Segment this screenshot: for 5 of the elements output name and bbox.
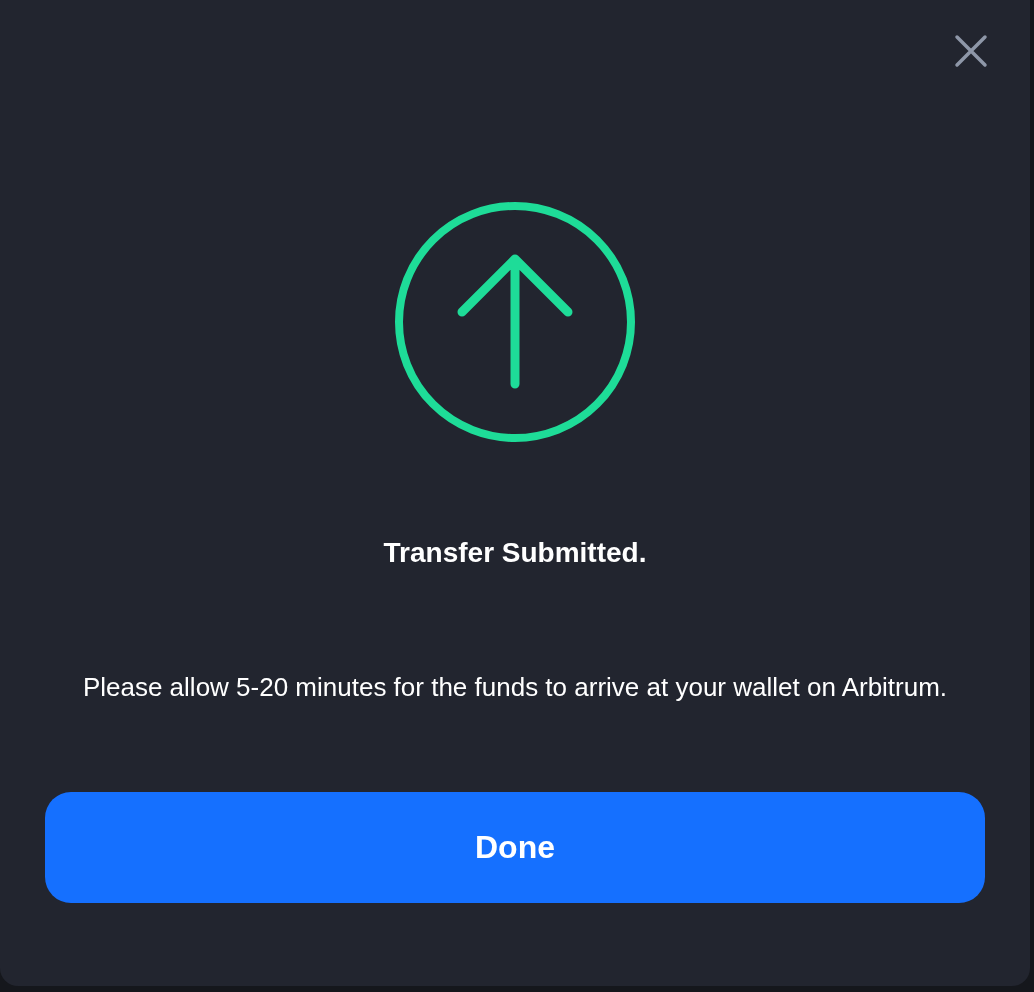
- done-button[interactable]: Done: [45, 792, 985, 903]
- dialog-message: Please allow 5-20 minutes for the funds to arrive at your wallet on Arbitrum.: [81, 671, 949, 704]
- arrow-up-circle-icon: [393, 200, 637, 444]
- dialog-title: Transfer Submitted.: [383, 537, 647, 569]
- close-icon[interactable]: [954, 34, 988, 68]
